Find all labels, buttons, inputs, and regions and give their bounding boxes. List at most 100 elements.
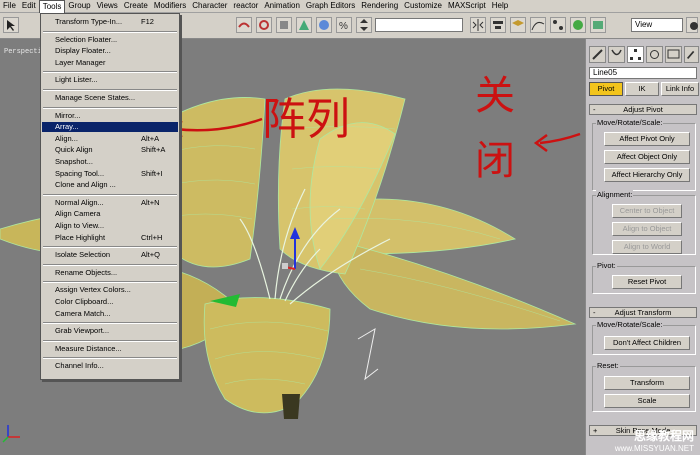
tools-menu-item[interactable]: Layer Manager <box>42 58 178 68</box>
affect-pivot-only-button[interactable]: Affect Pivot Only <box>604 132 690 146</box>
menu-item-label: Align Camera <box>55 209 101 219</box>
menu-item-label: Color Clipboard... <box>55 297 114 306</box>
tools-menu-item[interactable]: Align... Alt+A <box>42 134 178 144</box>
utilities-tab-icon[interactable] <box>684 46 699 63</box>
watermark: 思缘教程网 www.MISSYUAN.NET <box>615 427 694 453</box>
bind-icon[interactable] <box>276 17 292 33</box>
menu-graph-editors[interactable]: Graph Editors <box>303 0 358 12</box>
tools-menu-item[interactable]: Camera Match... <box>42 309 178 319</box>
tools-menu-item[interactable]: Mirror... <box>42 111 178 121</box>
menu-item-label: Spacing Tool... <box>55 168 105 178</box>
menu-item-label: Clone and Align ... <box>55 180 116 190</box>
transform-button[interactable]: Transform <box>604 376 690 390</box>
tools-menu-item[interactable]: Isolate Selection Alt+Q <box>42 250 178 260</box>
adjust-pivot-rollout[interactable]: - Adjust Pivot <box>589 104 697 115</box>
mirror-icon[interactable] <box>470 17 486 33</box>
menu-animation[interactable]: Animation <box>261 0 303 12</box>
menu-item-label: Light Lister... <box>55 75 98 85</box>
render-type-dropdown[interactable]: View <box>631 18 683 32</box>
tab-ik[interactable]: IK <box>625 82 659 96</box>
menu-item-label: Grab Viewport... <box>55 326 110 336</box>
material-editor-icon[interactable] <box>570 17 586 33</box>
tools-menu-item[interactable]: Grab Viewport... <box>42 326 178 336</box>
tools-menu-item[interactable]: Measure Distance... <box>42 344 178 354</box>
menu-bar: File Edit Tools Group Views Create Modifiers Ch… <box>0 0 700 13</box>
schematic-icon[interactable] <box>550 17 566 33</box>
menu-separator <box>43 106 177 109</box>
menu-modifiers[interactable]: Modifiers <box>151 0 189 12</box>
menu-item-label: Quick Align <box>55 145 93 155</box>
align-to-world-button[interactable]: Align to World <box>612 240 682 254</box>
tools-menu-item[interactable]: Display Floater... <box>42 46 178 56</box>
hierarchy-tab-icon[interactable] <box>627 46 644 63</box>
tools-menu-item[interactable]: Snapshot... <box>42 157 178 167</box>
tools-menu-item[interactable]: Array... <box>42 122 178 133</box>
tools-menu-item[interactable]: Quick Align Shift+A <box>42 145 178 155</box>
angle-snap-icon[interactable] <box>316 17 332 33</box>
tools-menu-item[interactable]: Light Lister... <box>42 75 178 85</box>
snap-icon[interactable] <box>296 17 312 33</box>
display-tab-icon[interactable] <box>665 46 682 63</box>
menu-group[interactable]: Group <box>65 0 93 12</box>
close-annotation-line2: 闭 <box>475 138 515 184</box>
menu-customize[interactable]: Customize <box>401 0 445 12</box>
reset-pivot-button[interactable]: Reset Pivot <box>612 275 682 289</box>
percent-snap-icon[interactable]: % <box>336 17 352 33</box>
affect-object-only-button[interactable]: Affect Object Only <box>604 150 690 164</box>
align-icon[interactable] <box>490 17 506 33</box>
tools-menu-item[interactable]: Align to View... <box>42 221 178 231</box>
watermark-url: www.MISSYUAN.NET <box>614 444 694 453</box>
menu-help[interactable]: Help <box>489 0 511 12</box>
center-to-object-button[interactable]: Center to Object <box>612 204 682 218</box>
menu-item-shortcut: Alt+N <box>141 197 160 207</box>
menu-rendering[interactable]: Rendering <box>358 0 401 12</box>
spinner-snap-icon[interactable] <box>356 17 372 33</box>
tools-menu-item[interactable]: Manage Scene States... <box>42 93 178 103</box>
curve-editor-icon[interactable] <box>530 17 546 33</box>
adjust-transform-rollout[interactable]: - Adjust Transform <box>589 307 697 318</box>
select-tool-icon[interactable] <box>3 17 19 33</box>
svg-text:%: % <box>339 21 348 32</box>
scale-button[interactable]: Scale <box>604 394 690 408</box>
menu-tools[interactable]: Tools <box>38 0 66 13</box>
tab-link-info[interactable]: Link Info <box>661 82 699 96</box>
tools-menu-item[interactable]: Spacing Tool... Shift+I <box>42 169 178 179</box>
tools-menu-item[interactable]: Assign Vertex Colors... <box>42 285 178 295</box>
align-to-object-button[interactable]: Align to Object <box>612 222 682 236</box>
named-selection-dropdown[interactable] <box>375 18 463 32</box>
tools-menu-item[interactable]: Place Highlight Ctrl+H <box>42 233 178 243</box>
menu-item-label: Array... <box>55 122 79 132</box>
tools-menu-item[interactable]: Selection Floater... <box>42 35 178 45</box>
menu-separator <box>43 71 177 74</box>
unlink-icon[interactable] <box>256 17 272 33</box>
menu-item-shortcut: Alt+Q <box>141 250 160 260</box>
tools-menu-item[interactable]: Normal Align... Alt+N <box>42 198 178 208</box>
menu-file[interactable]: File <box>0 0 19 12</box>
menu-reactor[interactable]: reactor <box>230 0 261 12</box>
create-tab-icon[interactable] <box>589 46 606 63</box>
menu-item-label: Snapshot... <box>55 157 93 166</box>
motion-tab-icon[interactable] <box>646 46 663 63</box>
tools-menu-item[interactable]: Channel Info... <box>42 361 178 371</box>
tools-menu-item[interactable]: Color Clipboard... <box>42 297 178 307</box>
dont-affect-children-button[interactable]: Don't Affect Children <box>604 336 690 350</box>
tools-menu-item[interactable]: Align Camera <box>42 209 178 219</box>
menu-create[interactable]: Create <box>121 0 151 12</box>
menu-maxscript[interactable]: MAXScript <box>445 0 489 12</box>
affect-hierarchy-only-button[interactable]: Affect Hierarchy Only <box>604 168 690 182</box>
tools-menu-item[interactable]: Clone and Align ... <box>42 180 178 190</box>
render-setup-icon[interactable] <box>590 17 606 33</box>
tools-menu-item[interactable]: Rename Objects... <box>42 268 178 278</box>
menu-views[interactable]: Views <box>94 0 121 12</box>
menu-edit[interactable]: Edit <box>19 0 39 12</box>
teapot-icon[interactable] <box>686 17 698 33</box>
tab-pivot[interactable]: Pivot <box>589 82 623 96</box>
object-name-field[interactable]: Line05 <box>589 67 697 79</box>
tools-menu-item[interactable]: Transform Type-In... F12 <box>42 17 178 27</box>
menu-separator <box>43 339 177 342</box>
layer-icon[interactable] <box>510 17 526 33</box>
modify-tab-icon[interactable] <box>608 46 625 63</box>
link-icon[interactable] <box>236 17 252 33</box>
menu-character[interactable]: Character <box>189 0 230 12</box>
menu-item-label: Align to View... <box>55 221 105 230</box>
